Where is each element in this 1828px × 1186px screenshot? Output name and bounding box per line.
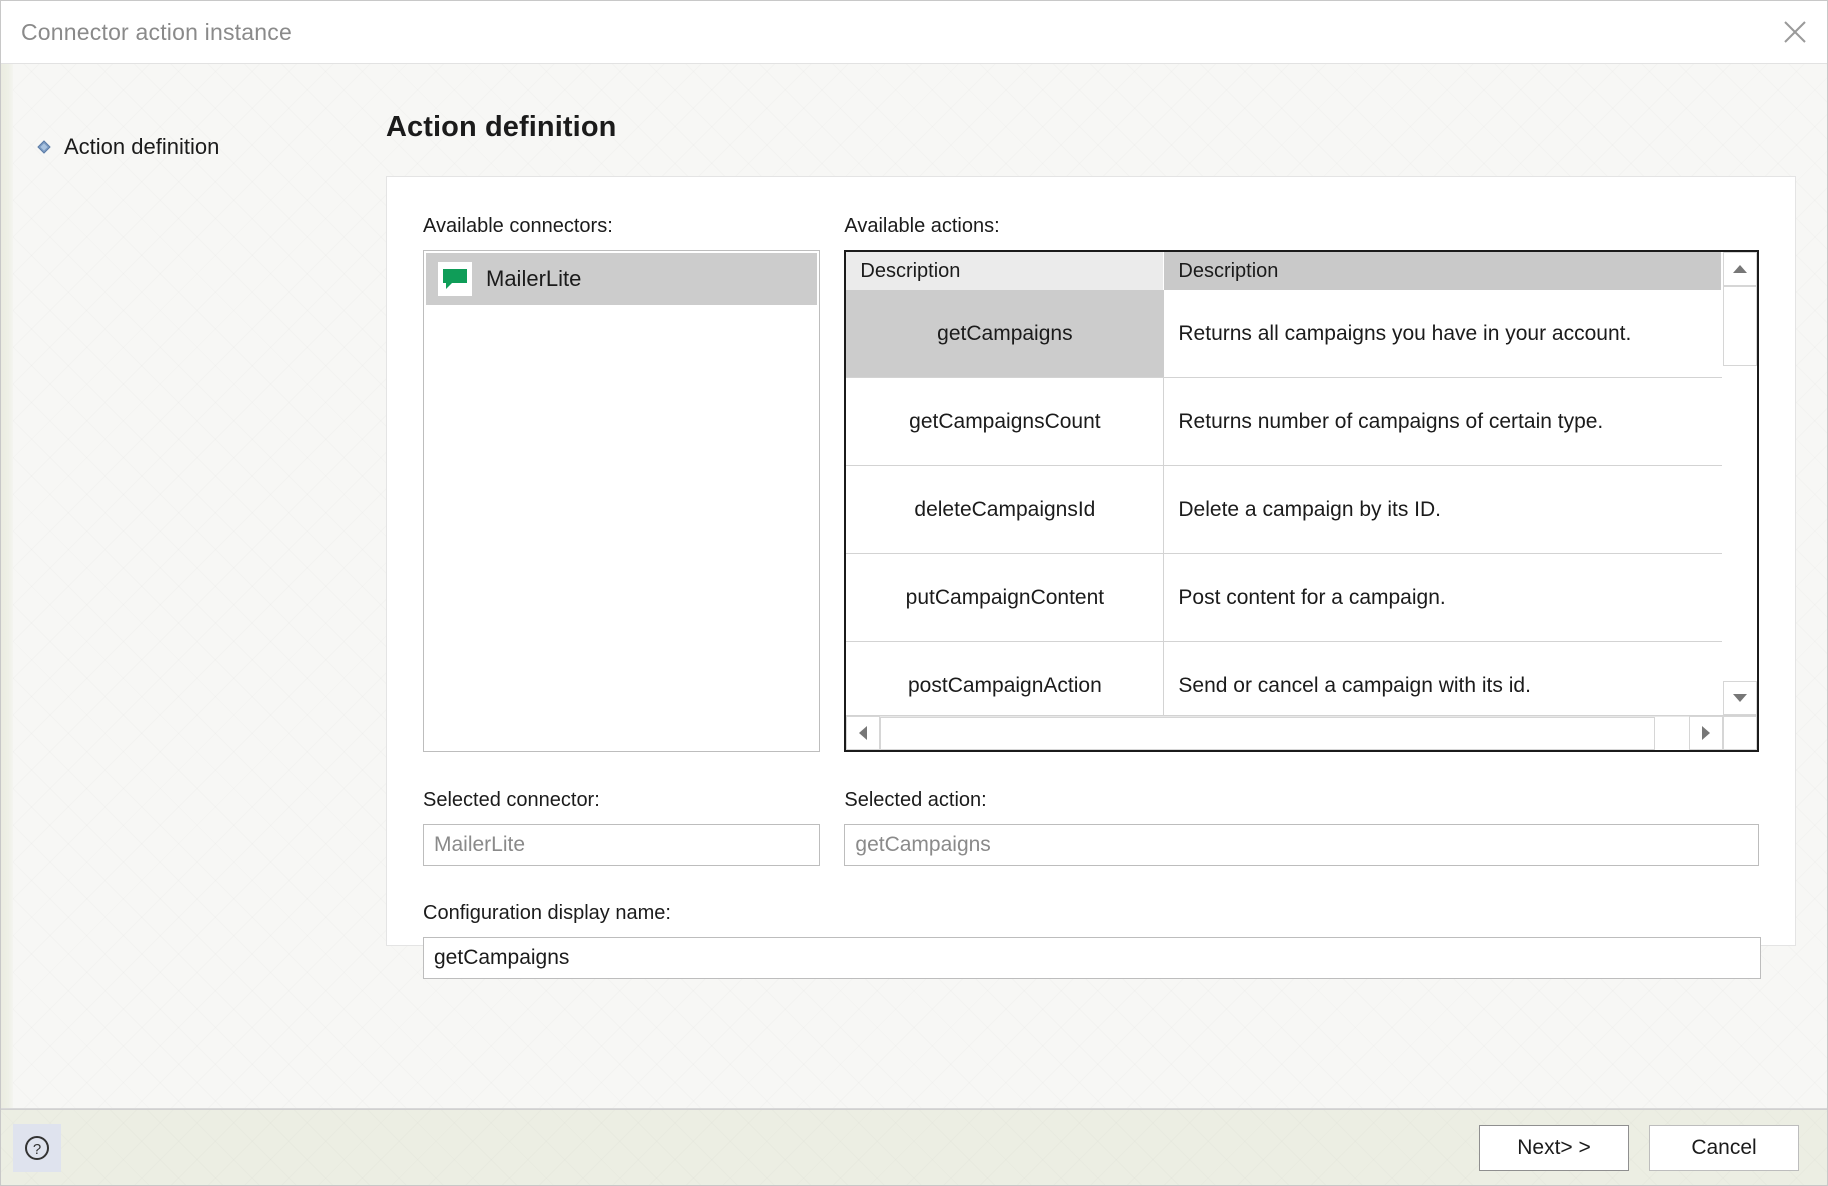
next-button[interactable]: Next> >	[1479, 1125, 1629, 1171]
connector-name: MailerLite	[486, 266, 581, 292]
action-description-cell: Returns number of campaigns of certain t…	[1164, 378, 1722, 465]
configuration-display-name-group: Configuration display name:	[423, 902, 1761, 979]
horizontal-scroll-track[interactable]	[880, 716, 1689, 750]
vertical-scroll-track[interactable]	[1723, 286, 1757, 681]
connectors-column: Available connectors: MailerLite	[423, 215, 820, 752]
cancel-button[interactable]: Cancel	[1649, 1125, 1799, 1171]
configuration-display-name-input[interactable]	[423, 937, 1761, 979]
wizard-steps-sidebar: Action definition	[1, 64, 386, 1108]
background-tab-strip	[1, 0, 1828, 4]
action-name-cell: deleteCampaignsId	[846, 466, 1164, 553]
scroll-up-icon[interactable]	[1723, 252, 1757, 286]
table-row[interactable]: postCampaignAction Send or cancel a camp…	[846, 642, 1722, 715]
sidebar-item-label: Action definition	[64, 134, 219, 160]
connector-action-instance-dialog: Connector action instance Action definit…	[0, 0, 1828, 1186]
vertical-scroll-thumb[interactable]	[1723, 286, 1757, 366]
table-row[interactable]: getCampaigns Returns all campaigns you h…	[846, 290, 1722, 378]
selected-connector-label: Selected connector:	[423, 789, 820, 812]
scrollbar-corner	[1723, 716, 1757, 750]
dialog-footer: ? Next> > Cancel	[1, 1109, 1827, 1185]
table-row[interactable]: getCampaignsCount Returns number of camp…	[846, 378, 1722, 466]
footer-buttons: Next> > Cancel	[1479, 1125, 1799, 1171]
available-connectors-label: Available connectors:	[423, 215, 820, 238]
svg-text:?: ?	[33, 1141, 41, 1158]
action-description-cell: Delete a campaign by its ID.	[1164, 466, 1722, 553]
list-item[interactable]: MailerLite	[426, 253, 817, 305]
grid-columns: Description Description getCampaigns Ret…	[846, 252, 1722, 715]
horizontal-scrollbar[interactable]	[846, 715, 1757, 750]
action-description-cell: Send or cancel a campaign with its id.	[1164, 642, 1722, 715]
action-description-cell: Returns all campaigns you have in your a…	[1164, 290, 1722, 377]
available-actions-label: Available actions:	[844, 215, 1759, 238]
horizontal-scroll-thumb[interactable]	[880, 717, 1655, 750]
grid-header-row: Description Description	[846, 252, 1722, 290]
dialog-body: Action definition Action definition Avai…	[1, 64, 1827, 1109]
window-title: Connector action instance	[21, 19, 292, 46]
help-question-icon[interactable]: ?	[13, 1124, 61, 1172]
selected-values-row: Selected connector: Selected action:	[423, 789, 1759, 866]
selected-connector-group: Selected connector:	[423, 789, 820, 866]
action-name-cell: getCampaignsCount	[846, 378, 1164, 465]
table-row[interactable]: putCampaignContent Post content for a ca…	[846, 554, 1722, 642]
selection-columns: Available connectors: MailerLite	[423, 215, 1759, 752]
selected-connector-input[interactable]	[423, 824, 820, 866]
content-area: Action definition Available connectors:	[386, 64, 1828, 1108]
column-header-description[interactable]: Description	[1164, 252, 1722, 290]
selected-action-label: Selected action:	[844, 789, 1759, 812]
available-actions-grid[interactable]: Description Description getCampaigns Ret…	[844, 250, 1759, 752]
action-name-cell: postCampaignAction	[846, 642, 1164, 715]
page-title: Action definition	[386, 111, 1796, 144]
form-panel: Available connectors: MailerLite	[386, 176, 1796, 946]
selected-action-input[interactable]	[844, 824, 1759, 866]
available-connectors-list[interactable]: MailerLite	[423, 250, 820, 752]
selected-action-group: Selected action:	[844, 789, 1759, 866]
title-bar: Connector action instance	[1, 1, 1827, 64]
scroll-down-icon[interactable]	[1723, 681, 1757, 715]
close-icon[interactable]	[1763, 1, 1827, 62]
configuration-display-name-label: Configuration display name:	[423, 902, 1761, 925]
grid-main: Description Description getCampaigns Ret…	[846, 252, 1757, 715]
table-row[interactable]: deleteCampaignsId Delete a campaign by i…	[846, 466, 1722, 554]
action-name-cell: putCampaignContent	[846, 554, 1164, 641]
actions-column: Available actions: Description Descripti…	[844, 215, 1759, 752]
action-description-cell: Post content for a campaign.	[1164, 554, 1722, 641]
speech-bubble-icon	[438, 262, 472, 296]
scroll-right-icon[interactable]	[1689, 716, 1723, 750]
vertical-scrollbar[interactable]	[1722, 252, 1757, 715]
scroll-left-icon[interactable]	[846, 716, 880, 750]
sidebar-item-action-definition[interactable]: Action definition	[1, 130, 386, 164]
column-header-name[interactable]: Description	[846, 252, 1164, 290]
diamond-bullet-icon	[37, 140, 51, 154]
grid-rows: getCampaigns Returns all campaigns you h…	[846, 290, 1722, 715]
action-name-cell: getCampaigns	[846, 290, 1164, 377]
